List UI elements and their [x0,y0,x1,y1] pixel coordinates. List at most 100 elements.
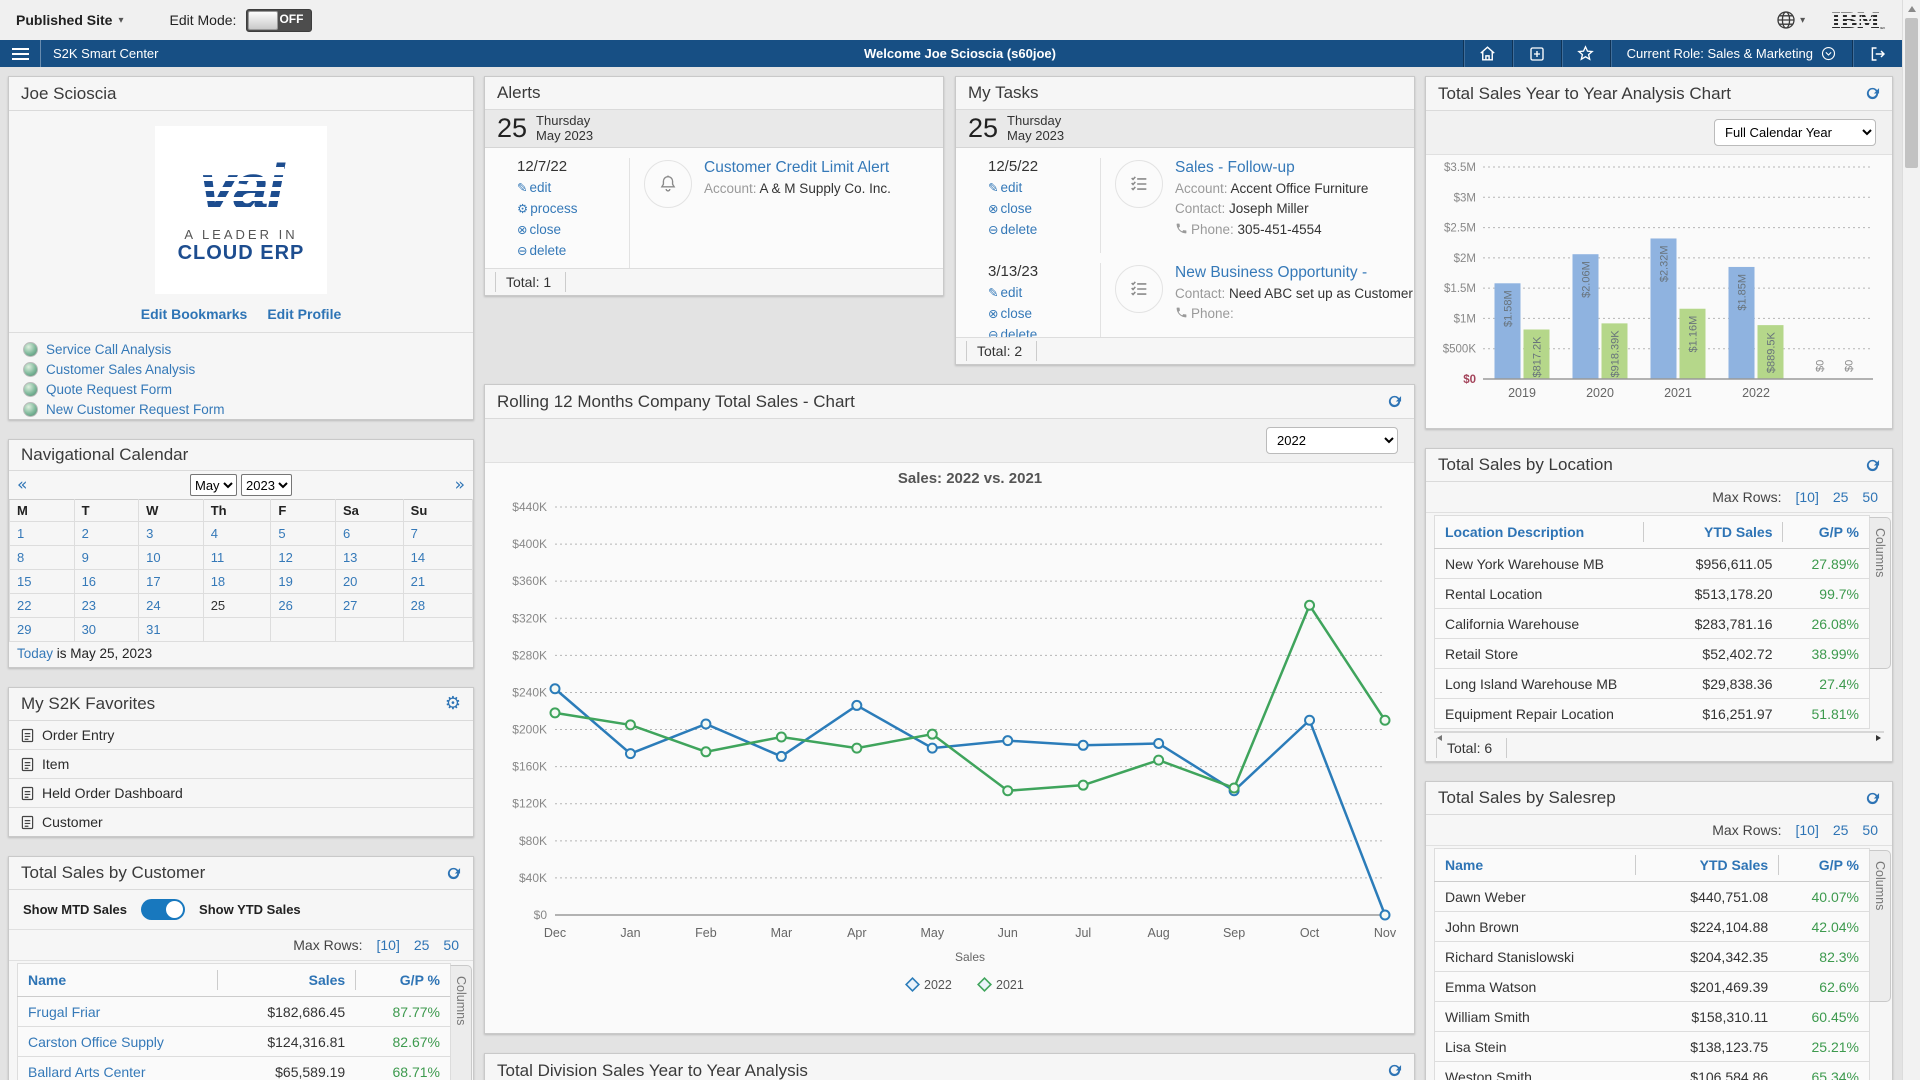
max-rows-50[interactable]: 50 [1862,489,1878,505]
calendar-prev-button[interactable]: « [17,475,27,495]
refresh-icon[interactable] [1865,86,1880,101]
calendar-day[interactable]: 27 [343,598,357,613]
horizontal-scrollbar[interactable] [1434,731,1884,733]
calendar-day[interactable]: 28 [411,598,425,613]
max-rows-50[interactable]: 50 [1862,822,1878,838]
bookmark-link[interactable]: New Customer Request Form [9,399,473,419]
refresh-icon[interactable] [1387,394,1402,409]
page-scrollbar[interactable] [1902,0,1920,1080]
entry-title-link[interactable]: Customer Credit Limit Alert [704,159,891,177]
favorite-item[interactable]: Held Order Dashboard [9,778,473,807]
favorite-item[interactable]: Item [9,749,473,778]
calendar-day[interactable]: 31 [146,622,160,637]
column-header[interactable]: Location Description [1435,516,1644,549]
list-item-label[interactable]: Item [42,756,69,772]
column-header[interactable]: YTD Sales [1635,849,1779,882]
chart-year-select[interactable]: 2022 [1266,427,1398,454]
list-item-label[interactable]: New Customer Request Form [46,402,225,417]
edit-mode-toggle[interactable]: OFF [246,9,312,32]
list-item-label[interactable]: Customer Sales Analysis [46,362,195,377]
calendar-day[interactable]: 17 [146,574,160,589]
favorite-item[interactable]: Customer [9,807,473,836]
refresh-icon[interactable] [1387,1063,1402,1078]
calendar-next-button[interactable]: » [455,475,465,495]
list-item-label[interactable]: Held Order Dashboard [42,785,183,801]
refresh-icon[interactable] [446,866,461,881]
max-rows-25[interactable]: 25 [414,937,430,953]
refresh-icon[interactable] [1865,458,1880,473]
calendar-day[interactable]: 13 [343,550,357,565]
calendar-day[interactable]: 3 [146,526,153,541]
current-role-selector[interactable]: Current Role: Sales & Marketing [1610,40,1852,67]
home-button[interactable] [1463,40,1512,67]
process-action-link[interactable]: ⚙process [517,199,629,220]
row-name-link[interactable]: Ballard Arts Center [28,1064,146,1080]
column-header[interactable]: YTD Sales [1643,516,1782,549]
calendar-day[interactable]: 4 [211,526,218,541]
edit-bookmarks-link[interactable]: Edit Bookmarks [141,306,248,322]
bookmark-link[interactable]: Service Call Analysis [9,339,473,359]
list-item-label[interactable]: Service Call Analysis [46,342,171,357]
edit-profile-link[interactable]: Edit Profile [267,306,341,322]
max-rows-25[interactable]: 25 [1833,822,1849,838]
calendar-day[interactable]: 10 [146,550,160,565]
calendar-day[interactable]: 7 [411,526,418,541]
calendar-day[interactable]: 8 [17,550,24,565]
calendar-day[interactable]: 19 [278,574,292,589]
close-action-link[interactable]: ⊗close [988,199,1100,220]
list-item-label[interactable]: Order Entry [42,727,114,743]
calendar-day[interactable]: 11 [211,550,225,565]
columns-tab[interactable]: Columns [1869,850,1891,1002]
calendar-day[interactable]: 9 [82,550,89,565]
calendar-day[interactable]: 15 [17,574,31,589]
column-header[interactable]: G/P % [1778,849,1869,882]
max-rows-25[interactable]: 25 [1833,489,1849,505]
mtd-ytd-toggle[interactable] [141,899,185,920]
max-rows-10[interactable]: [10] [1795,489,1818,505]
today-link[interactable]: Today [17,646,53,661]
chart-range-select[interactable]: Full Calendar Year [1714,119,1876,146]
column-header[interactable]: G/P % [1782,516,1869,549]
delete-action-link[interactable]: ⊖delete [517,241,629,262]
favorites-button[interactable] [1561,40,1610,67]
column-header[interactable]: Sales [217,964,356,997]
calendar-day[interactable]: 20 [343,574,357,589]
column-header[interactable]: Name [1435,849,1635,882]
calendar-day[interactable]: 21 [411,574,425,589]
close-action-link[interactable]: ⊗close [988,304,1100,325]
calendar-year-select[interactable]: 2023 [241,474,292,496]
list-item-label[interactable]: Quote Request Form [46,382,172,397]
calendar-day[interactable]: 16 [82,574,96,589]
calendar-day[interactable]: 26 [278,598,292,613]
logout-button[interactable] [1852,40,1903,67]
calendar-day[interactable]: 30 [82,622,96,637]
refresh-icon[interactable] [1865,791,1880,806]
calendar-today[interactable]: 25 [211,598,225,613]
column-header[interactable]: G/P % [355,964,450,997]
gear-icon[interactable]: ⚙ [445,695,461,713]
calendar-day[interactable]: 14 [411,550,425,565]
delete-action-link[interactable]: ⊖delete [988,220,1100,241]
entry-title-link[interactable]: New Business Opportunity - [1175,264,1413,282]
delete-action-link[interactable]: ⊖delete [988,325,1100,337]
calendar-day[interactable]: 18 [211,574,225,589]
favorite-item[interactable]: Order Entry [9,721,473,749]
entry-title-link[interactable]: Sales - Follow-up [1175,159,1368,177]
calendar-day[interactable]: 23 [82,598,96,613]
calendar-day[interactable]: 24 [146,598,160,613]
scroll-up-arrow[interactable] [1903,0,1920,17]
max-rows-10[interactable]: [10] [1795,822,1818,838]
calendar-day[interactable]: 22 [17,598,31,613]
list-item-label[interactable]: Customer [42,814,103,830]
calendar-month-select[interactable]: May [190,474,237,496]
row-name-link[interactable]: Carston Office Supply [28,1034,164,1050]
max-rows-10[interactable]: [10] [376,937,399,953]
calendar-day[interactable]: 6 [343,526,350,541]
column-header[interactable]: Name [18,964,217,997]
scrollbar-thumb[interactable] [1905,18,1918,168]
row-name-link[interactable]: Frugal Friar [28,1004,100,1020]
close-action-link[interactable]: ⊗close [517,220,629,241]
edit-action-link[interactable]: ✎edit [988,283,1100,304]
calendar-day[interactable]: 1 [17,526,24,541]
published-site-dropdown[interactable]: Published Site ▾ [16,12,124,28]
